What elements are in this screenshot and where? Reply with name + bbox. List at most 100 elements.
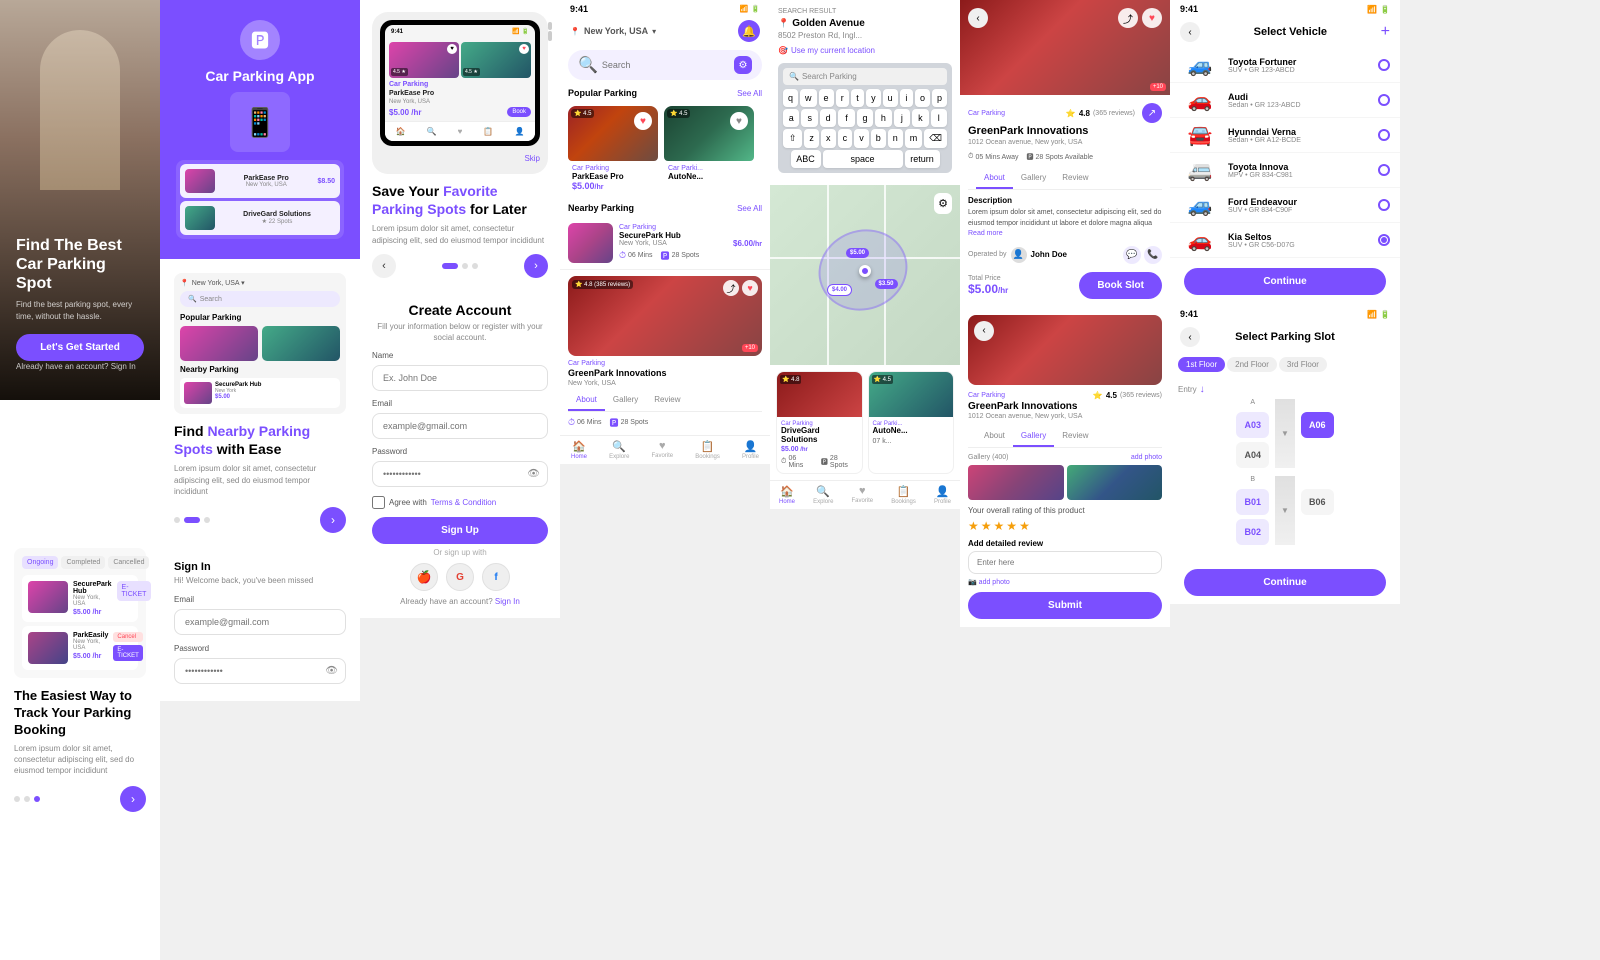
key-r[interactable]: r [836,89,849,107]
notification-bell-icon[interactable]: 🔔 [738,20,760,42]
lets-get-started-button[interactable]: Let's Get Started [16,334,144,361]
create-password-input[interactable] [372,461,548,487]
review-input[interactable] [968,551,1162,574]
star-2[interactable]: ★ [981,519,992,533]
review-gallery-tab[interactable]: Gallery [1013,426,1054,447]
key-l[interactable]: l [931,109,947,127]
key-p[interactable]: p [932,89,947,107]
map-nav-home[interactable]: 🏠Home [779,485,795,505]
add-photo-link[interactable]: add photo [1131,454,1162,461]
key-j[interactable]: j [894,109,910,127]
vehicle-radio-fortuner[interactable] [1378,59,1390,71]
share-button-top[interactable]: ⤴ [1118,8,1138,28]
nearby-parking-item-2[interactable]: ⭐ 4.8 (385 reviews) ⤴ ♥ +10 Car Parking … [560,270,770,435]
heart-button-top[interactable]: ♥ [1142,8,1162,28]
key-e[interactable]: e [819,89,834,107]
key-abc[interactable]: ABC [791,150,821,168]
slide-next-button[interactable]: › [320,507,346,533]
nav-bookings[interactable]: 📋Bookings [695,440,720,460]
facebook-signin-button[interactable]: f [482,563,510,591]
key-return[interactable]: return [905,150,940,168]
map-filter-button[interactable]: ⚙ [934,193,952,214]
vehicle-item-endeavour[interactable]: 🚙 Ford Endeavour SUV • GR 834-C90F [1170,188,1400,223]
key-n[interactable]: n [888,129,903,148]
see-all-nearby[interactable]: See All [737,204,762,213]
key-y[interactable]: y [866,89,881,107]
terms-checkbox[interactable] [372,496,385,509]
vehicle-item-innova[interactable]: 🚐 Toyota Innova MPV • GR 834-C981 [1170,153,1400,188]
map-nav-bookings[interactable]: 📋Bookings [891,485,916,505]
review-add-photo-link[interactable]: 📷 add photo [968,578,1162,586]
key-h[interactable]: h [875,109,891,127]
terms-link[interactable]: Terms & Condition [431,498,496,507]
popular-parking-card-2[interactable]: ⭐ 4.5 ♥ Car Parki... AutoNe... [664,106,754,195]
vehicle-radio-innova[interactable] [1378,164,1390,176]
key-shift[interactable]: ⇧ [783,129,802,148]
create-account-signin-link[interactable]: Sign In [495,597,520,606]
apple-signin-button[interactable]: 🍎 [410,563,438,591]
google-signin-button[interactable]: G [446,563,474,591]
vehicle-continue-button[interactable]: Continue [1184,268,1386,295]
vehicle-radio-endeavour[interactable] [1378,199,1390,211]
key-v[interactable]: v [854,129,869,148]
slot-b02[interactable]: B02 [1236,519,1269,545]
map-nav-explore[interactable]: 🔍Explore [813,485,833,505]
key-w[interactable]: w [800,89,817,107]
star-5[interactable]: ★ [1019,519,1030,533]
about-tab[interactable]: About [568,390,605,411]
key-d[interactable]: d [820,109,836,127]
book-slot-button-top[interactable]: Book Slot [1079,272,1162,299]
prev-arrow-button[interactable]: ‹ [372,254,396,278]
nearby-parking-item-1[interactable]: Car Parking SecurePark Hub New York, USA… [560,217,770,270]
create-email-input[interactable] [372,413,548,439]
map-card-2[interactable]: ⭐ 4.5 Car Parki... AutoNe... 07 k... [868,371,955,474]
nav-profile[interactable]: 👤Profile [742,440,759,460]
add-vehicle-button[interactable]: + [1381,23,1390,41]
key-q[interactable]: q [783,89,798,107]
vehicle-item-fortuner[interactable]: 🚙 Toyota Fortuner SUV • GR 123-ABCD [1170,48,1400,83]
signin-link[interactable]: Sign In [111,362,136,371]
review-review-tab[interactable]: Review [1054,426,1096,447]
vehicle-radio-audi[interactable] [1378,94,1390,106]
back-button-top[interactable]: ‹ [968,8,988,28]
detail-about-tab[interactable]: About [976,168,1013,189]
gallery-thumb-1[interactable] [968,465,1064,500]
floor-3-tab[interactable]: 3rd Floor [1279,357,1327,372]
next-arrow-button-2[interactable]: › [524,254,548,278]
key-z[interactable]: z [804,129,819,148]
slot-a06[interactable]: A06 [1301,412,1334,438]
gallery-thumb-2[interactable] [1067,465,1163,500]
map-nav-fav[interactable]: ♥Favorite [851,485,873,505]
map-pin-1[interactable]: $5.00 [846,248,869,258]
detail-review-tab[interactable]: Review [1054,168,1096,189]
key-f[interactable]: f [838,109,854,127]
message-button[interactable]: 💬 [1123,246,1141,264]
share-icon[interactable]: ⤴ [723,280,739,296]
map-pin-2[interactable]: $3.50 [875,279,898,289]
navigate-button[interactable]: ↗ [1142,103,1162,123]
slot-a03[interactable]: A03 [1236,412,1269,438]
key-u[interactable]: u [883,89,898,107]
nav-favorite[interactable]: ♥Favorite [651,440,673,460]
slot-b01[interactable]: B01 [1236,489,1269,515]
vehicle-item-verna[interactable]: 🚘 Hyunndai Verna Sedan • GR A12-BCDE [1170,118,1400,153]
key-i[interactable]: i [900,89,913,107]
nav-home[interactable]: 🏠Home [571,440,587,460]
slot-a04[interactable]: A04 [1236,442,1269,468]
use-location-text[interactable]: Use my current location [791,46,875,55]
back-button-bottom[interactable]: ‹ [974,321,994,341]
key-t[interactable]: t [851,89,864,107]
gallery-tab[interactable]: Gallery [605,390,646,411]
email-input[interactable] [174,609,346,635]
vehicle-radio-seltos[interactable] [1378,234,1390,246]
key-x[interactable]: x [821,129,836,148]
filter-icon[interactable]: ⚙ [734,56,752,74]
map-nav-profile[interactable]: 👤Profile [934,485,951,505]
star-4[interactable]: ★ [1006,519,1017,533]
review-tab[interactable]: Review [646,390,688,411]
see-all-popular[interactable]: See All [737,89,762,98]
map-card-1[interactable]: ⭐ 4.8 Car Parking DriveGard Solutions $5… [776,371,863,474]
key-k[interactable]: k [912,109,928,127]
key-c[interactable]: c [838,129,853,148]
key-m[interactable]: m [905,129,923,148]
